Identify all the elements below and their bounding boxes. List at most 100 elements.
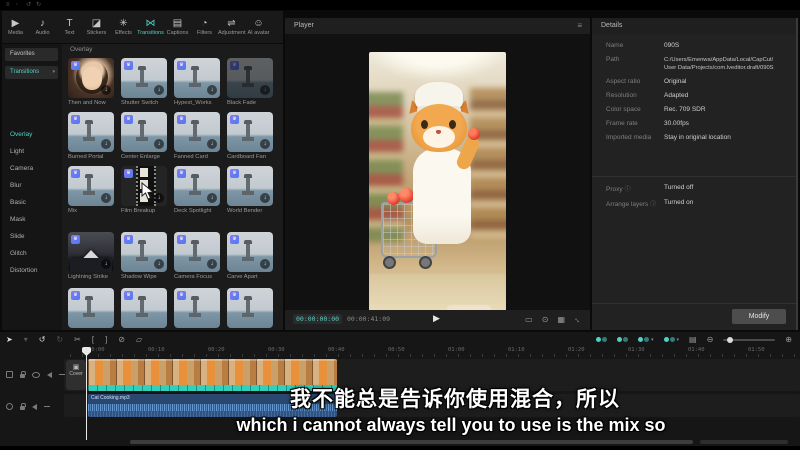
sidebar-favorites-button[interactable]: Favorites [5, 48, 58, 61]
square-icon[interactable] [6, 371, 13, 378]
tab-adjustment[interactable]: ⇌Adjustment [218, 18, 245, 37]
minus-icon[interactable] [44, 406, 50, 407]
magnet-toggle-icon[interactable] [596, 337, 607, 342]
download-icon[interactable]: ↓ [101, 259, 111, 269]
transition-fanned-card[interactable]: ♛↓Fanned Card [174, 112, 220, 161]
link-toggle-icon[interactable]: ▾ [638, 337, 654, 343]
transition-partial[interactable]: ♛ [121, 288, 167, 328]
sidebar-item-camera[interactable]: Camera [10, 164, 33, 173]
download-icon[interactable]: ↓ [260, 259, 270, 269]
transition-burned-portal[interactable]: ♛↓Burned Portal [68, 112, 114, 161]
trim-right-icon[interactable]: ] [105, 333, 107, 346]
sidebar-item-glitch[interactable]: Glitch [10, 249, 27, 258]
sidebar-item-mask[interactable]: Mask [10, 215, 26, 224]
ratio-icon[interactable]: ▭ [525, 313, 533, 326]
transition-partial[interactable]: ♛ [227, 288, 273, 328]
tab-audio[interactable]: ♪Audio [29, 18, 56, 37]
info-icon[interactable]: ⓘ [625, 187, 631, 193]
eye-icon[interactable] [32, 372, 40, 378]
sidebar-item-overlay[interactable]: Overlay [10, 130, 32, 139]
zoom-slider-knob[interactable] [727, 337, 733, 343]
cover-button[interactable]: ▣ Cover [66, 360, 86, 390]
transition-hypest-works[interactable]: ♛↓Hypest_Works [174, 58, 220, 107]
transition-shadow-wipe[interactable]: ♛↓Shadow Wipe [121, 232, 167, 281]
download-icon[interactable]: ↓ [207, 85, 217, 95]
preview-frame-icon[interactable]: ▤ [689, 333, 697, 346]
download-icon[interactable]: ↓ [101, 139, 111, 149]
tab-filters[interactable]: ◔Filters [191, 18, 218, 37]
download-icon[interactable]: ↓ [260, 193, 270, 203]
tab-transitions[interactable]: ⋈Transitions [137, 18, 164, 37]
fullscreen-icon[interactable]: ↔ [571, 312, 586, 327]
transition-mix[interactable]: ♛↓Mix [68, 166, 114, 215]
lock-icon[interactable] [20, 374, 25, 378]
transition-cardboard-fan[interactable]: ♛↓Cardboard Fan [227, 112, 273, 161]
split-icon[interactable]: ✂ [74, 333, 81, 346]
zoom-out-icon[interactable]: ⊖ [707, 333, 714, 346]
transition-deck-spotlight[interactable]: ♛↓Deck Spotlight [174, 166, 220, 215]
lock-icon[interactable] [20, 406, 25, 410]
snap-toggle-icon[interactable] [617, 337, 628, 342]
grid-icon[interactable]: ▦ [557, 313, 565, 326]
sidebar-item-blur[interactable]: Blur [10, 181, 22, 190]
tab-stickers[interactable]: ◪Stickers [83, 18, 110, 37]
transition-shutter-switch[interactable]: ♛↓Shutter Switch [121, 58, 167, 107]
timeline-scrollbar[interactable] [130, 440, 693, 444]
sidebar-item-slide[interactable]: Slide [10, 232, 24, 241]
zoom-in-icon[interactable]: ⊕ [785, 333, 792, 346]
info-icon[interactable]: ⓘ [650, 202, 656, 208]
transition-partial[interactable]: ♛ [68, 288, 114, 328]
transition-carve-apart[interactable]: ♛↓Carve Apart [227, 232, 273, 281]
sidebar-transitions-button[interactable]: Transitions ▾ [5, 66, 58, 79]
download-icon[interactable]: ↓ [260, 139, 270, 149]
download-icon[interactable]: ↓ [154, 85, 164, 95]
preview-canvas[interactable] [285, 34, 590, 310]
trim-left-icon[interactable]: [ [92, 333, 94, 346]
redo-icon[interactable]: ↻ [56, 333, 63, 346]
app-menu-icon[interactable]: ≡ [6, 1, 10, 9]
speaker-icon[interactable] [32, 404, 37, 410]
circle-icon[interactable] [6, 403, 13, 410]
sidebar-item-light[interactable]: Light [10, 147, 24, 156]
tab-effects[interactable]: ✳Effects [110, 18, 137, 37]
tab-ai-avatar[interactable]: ☺AI avatar [245, 18, 272, 37]
play-button[interactable]: ▶ [433, 313, 440, 324]
sidebar-item-distortion[interactable]: Distortion [10, 266, 37, 275]
delete-icon[interactable]: ⊘ [118, 333, 125, 346]
transition-camera-focus[interactable]: ♛↓Camera Focus [174, 232, 220, 281]
transition-film-breakup[interactable]: ♛↓Film Breakup [121, 166, 167, 215]
download-icon[interactable]: ↓ [154, 259, 164, 269]
sidebar-item-basic[interactable]: Basic [10, 198, 26, 207]
undo-icon[interactable]: ↺ [39, 333, 46, 346]
minus-icon[interactable] [59, 374, 65, 375]
player-menu-icon[interactable]: ≡ [577, 18, 582, 34]
undo-icon[interactable]: ↺ [26, 1, 31, 9]
transition-lightning-strike[interactable]: ♛↓Lightning Strike [68, 232, 114, 281]
transition-then-and-now[interactable]: ♛↓Then and Now [68, 58, 114, 107]
transition-world-bender[interactable]: ♛↓World Bender [227, 166, 273, 215]
select-caret-icon[interactable]: ▾ [24, 333, 28, 346]
tab-media[interactable]: ▶Media [2, 18, 29, 37]
redo-icon[interactable]: ↻ [36, 1, 41, 9]
download-icon[interactable]: ↓ [154, 139, 164, 149]
preview-toggle-icon[interactable]: ▾ [664, 337, 680, 343]
tab-captions[interactable]: ▤Captions [164, 18, 191, 37]
transition-black-fade[interactable]: ♛↓Black Fade [227, 58, 273, 107]
speaker-icon[interactable] [47, 372, 52, 378]
timeline-zoom-slider[interactable] [723, 339, 775, 341]
download-icon[interactable]: ↓ [207, 139, 217, 149]
transition-partial[interactable]: ♛ [174, 288, 220, 328]
download-icon[interactable]: ↓ [207, 259, 217, 269]
select-tool-icon[interactable]: ➤ [6, 333, 13, 346]
timeline-ruler[interactable]: 00:0000:1000:2000:3000:4000:5001:0001:10… [64, 347, 800, 357]
save-icon[interactable]: ◦ [16, 1, 18, 9]
modify-button[interactable]: Modify [732, 309, 786, 324]
tab-text[interactable]: TText [56, 18, 83, 37]
crop-icon[interactable]: ▱ [136, 333, 142, 346]
download-icon[interactable]: ↓ [101, 193, 111, 203]
download-icon[interactable]: ↓ [260, 85, 270, 95]
timeline-scrollbar-end[interactable] [700, 440, 788, 444]
download-icon[interactable]: ↓ [154, 193, 164, 203]
transition-center-enlarge[interactable]: ♛↓Center Enlarge [121, 112, 167, 161]
download-icon[interactable]: ↓ [101, 85, 111, 95]
